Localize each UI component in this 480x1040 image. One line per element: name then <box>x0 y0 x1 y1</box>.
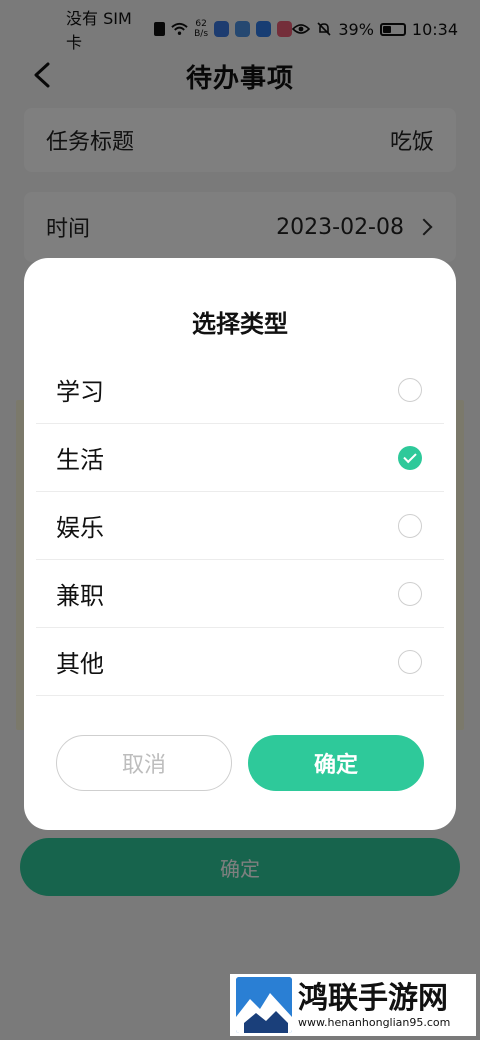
radio-unchecked-icon[interactable] <box>398 649 422 674</box>
type-option-list: 学习 生活 娱乐 兼职 其他 <box>36 356 444 696</box>
radio-checked-icon[interactable] <box>398 445 422 470</box>
option-label: 兼职 <box>56 582 104 610</box>
option-label: 学习 <box>56 378 104 406</box>
watermark-text: 鸿联手游网 www.henanhonglian95.com <box>298 980 451 1029</box>
dialog-title: 选择类型 <box>192 310 288 338</box>
option-entertainment[interactable]: 娱乐 <box>36 492 444 560</box>
option-label: 其他 <box>56 650 104 678</box>
radio-unchecked-icon[interactable] <box>398 513 422 538</box>
watermark-logo-icon <box>236 977 292 1033</box>
type-select-dialog: 选择类型 学习 生活 娱乐 兼职 其他 取消 确定 <box>24 258 456 830</box>
watermark-name: 鸿联手游网 <box>298 980 448 1016</box>
watermark-url: www.henanhonglian95.com <box>298 1015 451 1029</box>
confirm-button[interactable]: 确定 <box>248 735 424 791</box>
option-label: 娱乐 <box>56 514 104 542</box>
radio-unchecked-icon[interactable] <box>398 581 422 606</box>
option-parttime[interactable]: 兼职 <box>36 560 444 628</box>
option-life[interactable]: 生活 <box>36 424 444 492</box>
option-other[interactable]: 其他 <box>36 628 444 696</box>
option-label: 生活 <box>56 446 104 474</box>
radio-unchecked-icon[interactable] <box>398 377 422 402</box>
option-study[interactable]: 学习 <box>36 356 444 424</box>
watermark: 鸿联手游网 www.henanhonglian95.com <box>230 974 476 1036</box>
cancel-button[interactable]: 取消 <box>56 735 232 791</box>
